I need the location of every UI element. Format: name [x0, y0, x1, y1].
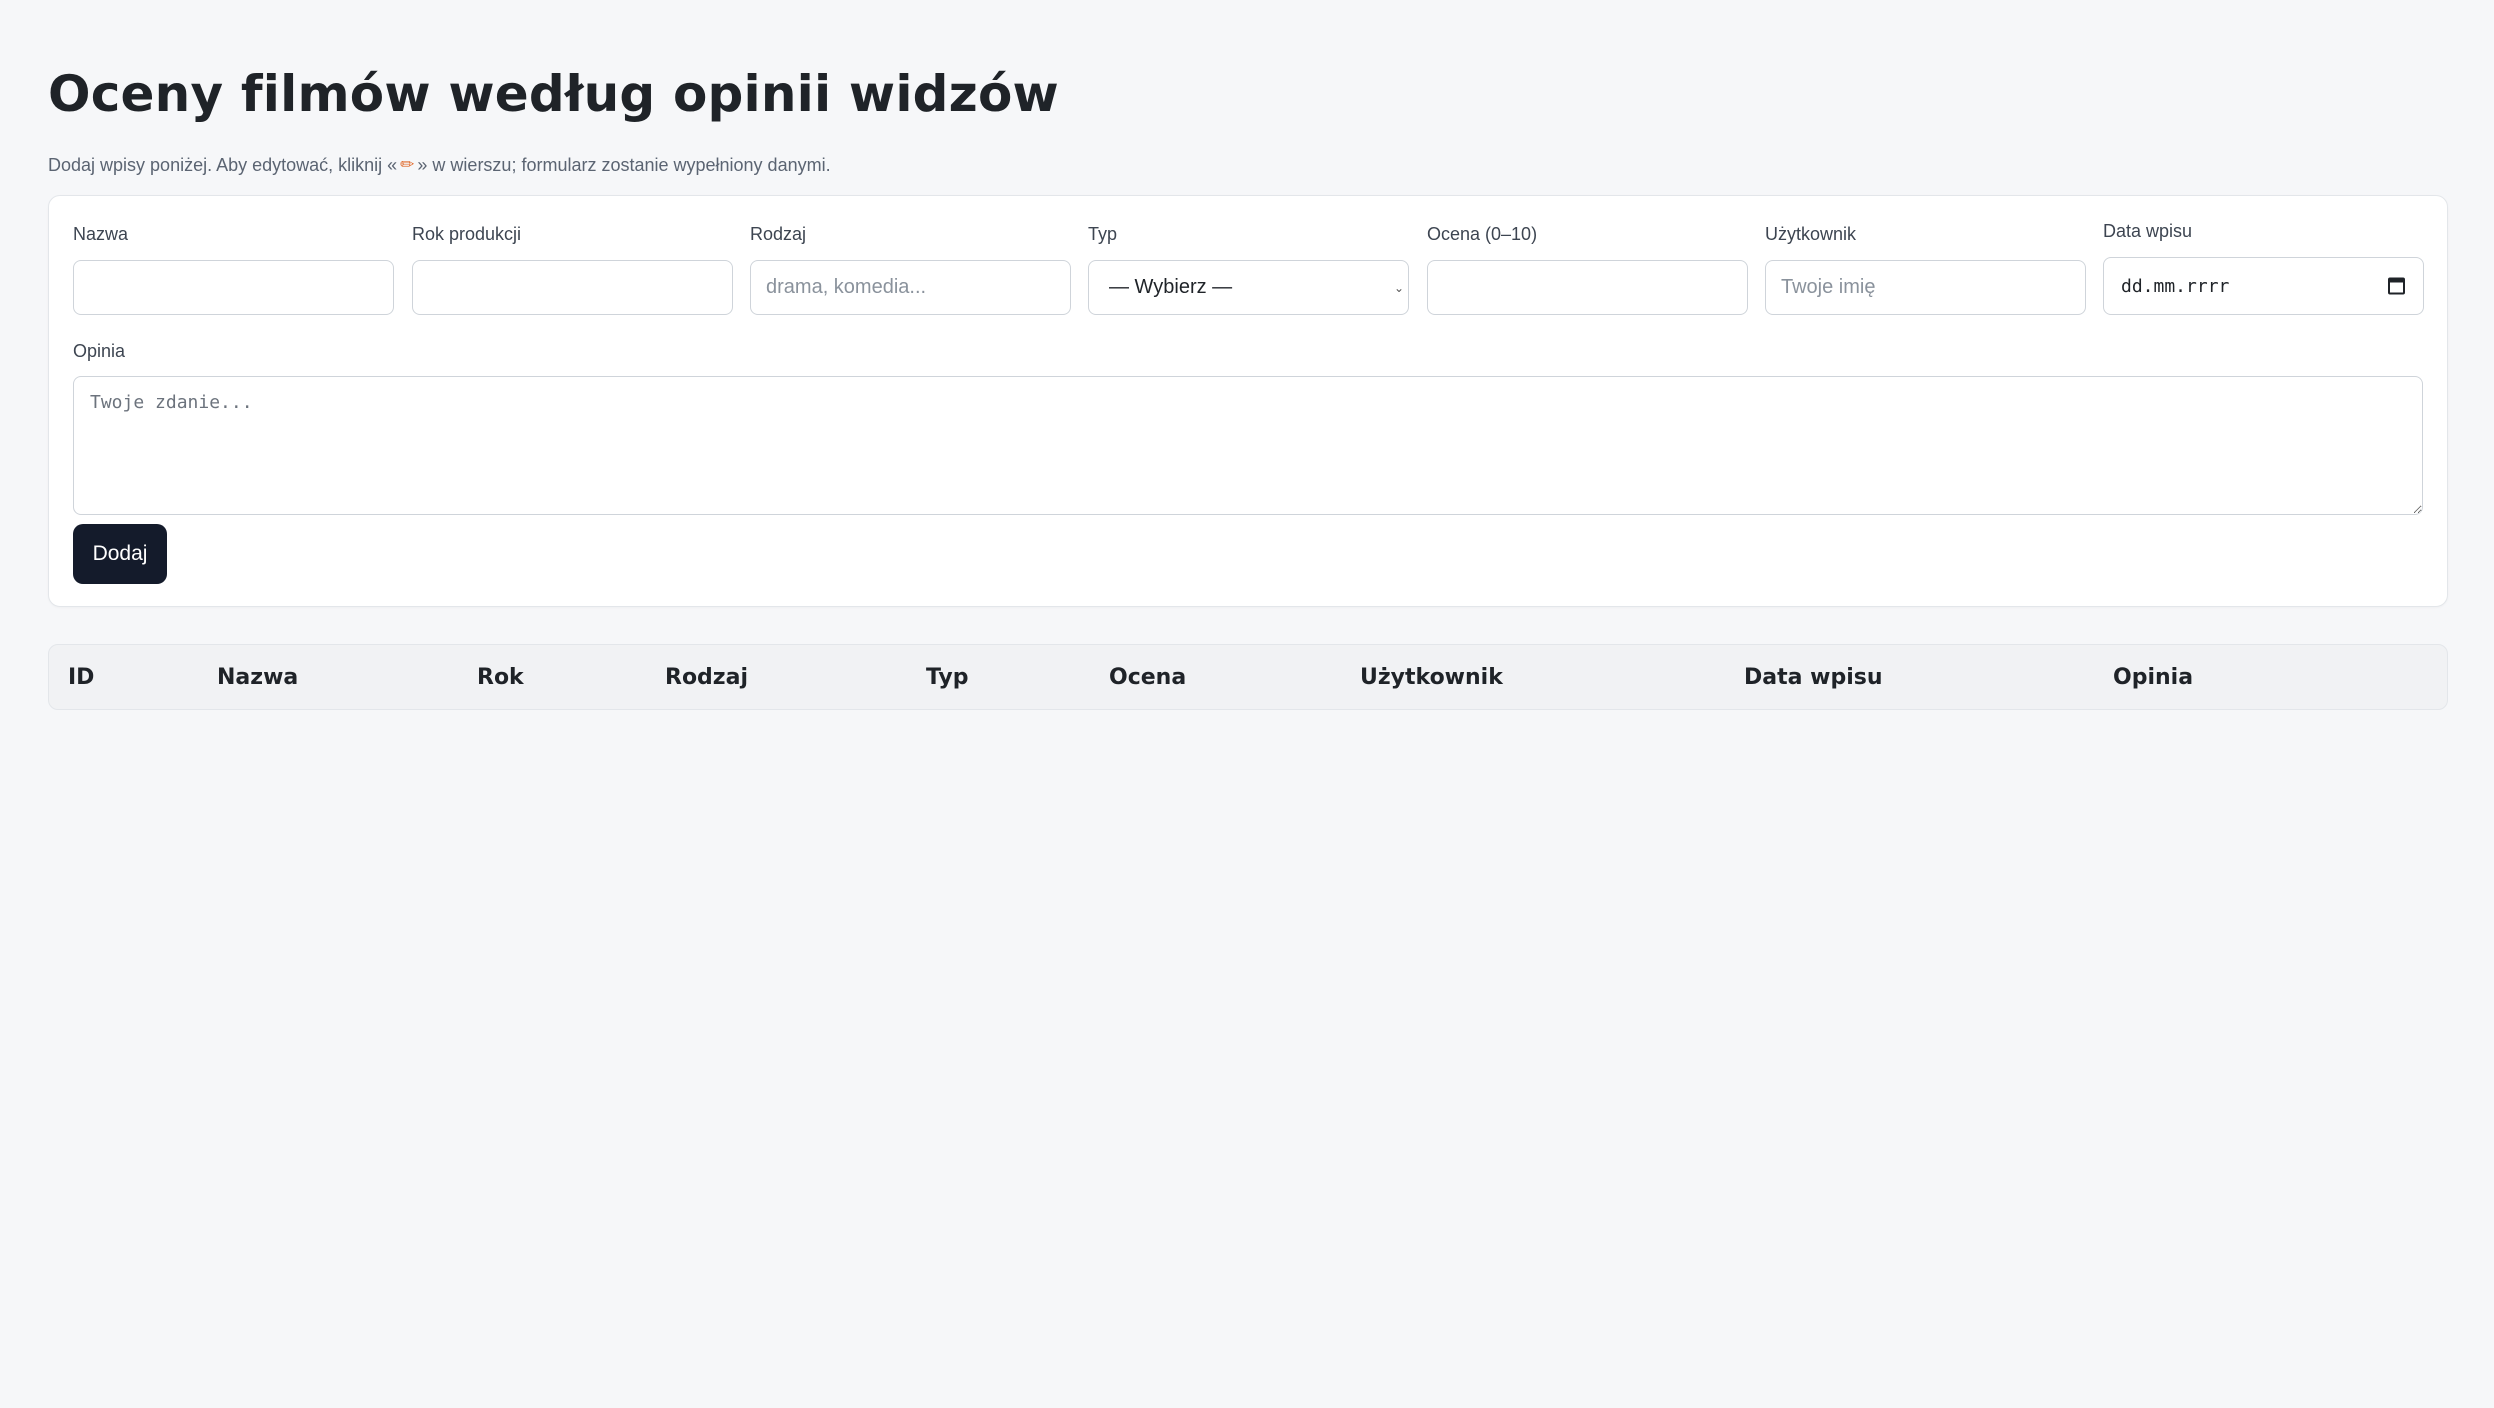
rodzaj-input[interactable] — [750, 260, 1071, 315]
opinia-label: Opinia — [73, 341, 126, 361]
column-header-id[interactable]: ID — [49, 645, 217, 709]
uzytkownik-label: Użytkownik — [1765, 224, 1857, 244]
column-header-rodzaj[interactable]: Rodzaj — [665, 645, 926, 709]
chevron-down-icon: ⌄ — [1393, 280, 1404, 295]
subtitle-text-after: » w wierszu; formularz zostanie wypełnio… — [417, 155, 831, 175]
typ-select[interactable]: — Wybierz — ⌄ — [1088, 260, 1409, 315]
ocena-input[interactable] — [1427, 260, 1748, 315]
data-label: Data wpisu — [2103, 221, 2193, 241]
entry-form: Nazwa Rok produkcji Rodzaj Typ — Wybierz… — [48, 195, 2448, 607]
field-nazwa: Nazwa — [73, 223, 394, 315]
date-placeholder: dd.mm.rrrr — [2121, 275, 2230, 297]
rok-input[interactable] — [412, 260, 733, 315]
column-header-rok[interactable]: Rok — [477, 645, 665, 709]
field-typ: Typ — Wybierz — ⌄ — [1088, 223, 1409, 315]
date-input[interactable]: dd.mm.rrrr — [2103, 257, 2424, 315]
field-rodzaj: Rodzaj — [750, 223, 1071, 315]
uzytkownik-input[interactable] — [1765, 260, 2086, 315]
column-header-nazwa[interactable]: Nazwa — [217, 645, 477, 709]
calendar-icon[interactable] — [2388, 277, 2405, 295]
ratings-table: ID Nazwa Rok Rodzaj Typ Ocena Użytkownik… — [48, 644, 2448, 710]
nazwa-label: Nazwa — [73, 224, 129, 244]
typ-label: Typ — [1088, 224, 1118, 244]
opinia-textarea[interactable] — [73, 376, 2423, 515]
column-header-ocena[interactable]: Ocena — [1109, 645, 1360, 709]
pencil-icon: ✏ — [400, 155, 415, 174]
ocena-label: Ocena (0–10) — [1427, 224, 1538, 244]
typ-selected-value: — Wybierz — — [1109, 276, 1233, 298]
page-subtitle: Dodaj wpisy poniżej. Aby edytować, klikn… — [48, 154, 2446, 176]
rodzaj-label: Rodzaj — [750, 224, 807, 244]
table-header-row: ID Nazwa Rok Rodzaj Typ Ocena Użytkownik… — [49, 645, 2447, 709]
field-uzytkownik: Użytkownik — [1765, 223, 2086, 315]
field-data: Data wpisu dd.mm.rrrr — [2103, 220, 2424, 315]
page: Oceny filmów według opinii widzów Dodaj … — [0, 0, 2494, 1408]
rok-label: Rok produkcji — [412, 224, 522, 244]
column-header-uzytkownik[interactable]: Użytkownik — [1360, 645, 1744, 709]
field-opinia: Opinia — [73, 340, 2423, 515]
field-ocena: Ocena (0–10) — [1427, 223, 1748, 315]
add-button[interactable]: Dodaj — [73, 524, 167, 584]
nazwa-input[interactable] — [73, 260, 394, 315]
column-header-typ[interactable]: Typ — [926, 645, 1109, 709]
column-header-opinia[interactable]: Opinia — [2113, 645, 2447, 709]
page-title: Oceny filmów według opinii widzów — [48, 65, 1059, 123]
field-rok: Rok produkcji — [412, 223, 733, 315]
column-header-data-wpisu[interactable]: Data wpisu — [1744, 645, 2113, 709]
subtitle-text-before: Dodaj wpisy poniżej. Aby edytować, klikn… — [48, 155, 398, 175]
